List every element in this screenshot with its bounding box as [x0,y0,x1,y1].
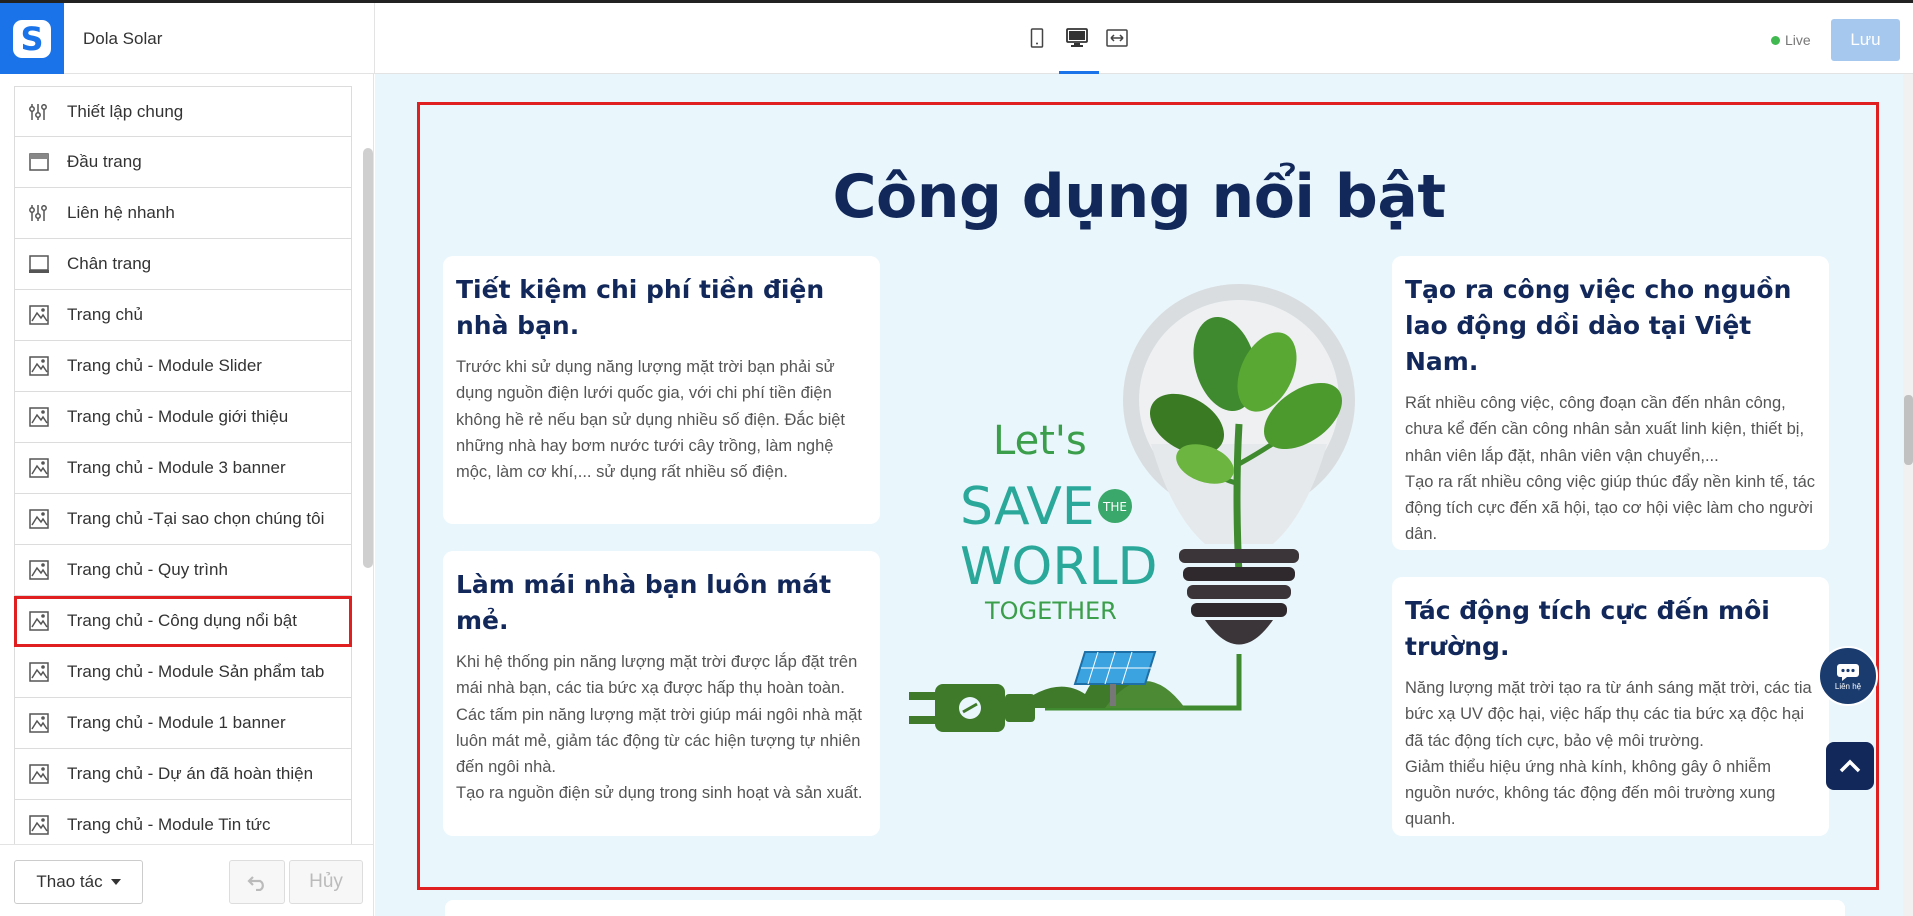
sidebar: Thiết lập chung Đầu trang Liên hệ nhanh Châ… [0,74,374,844]
logo-s-icon: S [13,19,51,58]
feature-card-body: Trước khi sử dụng năng lượng mặt trời bạ… [456,358,845,482]
sidebar-item[interactable]: Trang chủ [14,290,352,341]
sidebar-item[interactable]: Trang chủ - Dự án đã hoàn thiện [14,749,352,800]
page-image-icon [27,762,51,786]
feature-card-title: Làm mái nhà bạn luôn mát mẻ. [456,570,832,635]
mobile-icon[interactable] [1026,27,1048,49]
chevron-up-icon [1839,759,1861,773]
live-dot-icon [1771,35,1780,45]
page-image-icon [27,660,51,684]
feature-card-title: Tạo ra công việc cho nguồn lao động dồi … [1405,275,1792,376]
sidebar-item-label: Trang chủ [67,305,143,324]
preview-scrollbar[interactable] [1903,74,1913,916]
page-image-icon [27,405,51,429]
caret-down-icon [110,879,121,885]
sidebar-item-label: Trang chủ - Module 1 banner [67,713,286,732]
live-status: Live [1771,32,1811,48]
sidebar-item-label: Trang chủ - Dự án đã hoàn thiện [67,764,314,783]
sidebar-item[interactable]: Trang chủ - Module 3 banner [14,443,352,494]
feature-card: Tạo ra công việc cho nguồn lao động dồi … [1392,256,1829,550]
settings-sliders-icon [27,100,51,124]
page-image-icon [27,813,51,837]
sidebar-item[interactable]: Thiết lập chung [14,86,352,137]
sidebar-item[interactable]: Trang chủ - Công dụng nổi bật [14,596,352,647]
sidebar-item-label: Trang chủ - Module giới thiệu [67,407,289,426]
sidebar-item[interactable]: Trang chủ - Module Sản phẩm tab [14,647,352,698]
desktop-icon[interactable] [1066,27,1088,49]
sidebar-footer: Thao tác Hủy [0,844,374,916]
sidebar-item[interactable]: Trang chủ - Module Tin tức [14,800,352,844]
sidebar-item-label: Liên hệ nhanh [67,203,175,222]
live-label: Live [1785,32,1811,48]
sidebar-scrollbar[interactable] [363,148,373,568]
illustration-text-world: WORLD [960,537,1158,597]
top-bar: S Dola Solar Live Lưu [0,0,1913,75]
feature-card: Tác động tích cực đến môi trường. Năng l… [1392,577,1829,836]
page-image-icon [27,354,51,378]
back-to-top-button[interactable] [1826,742,1874,790]
footer-layout-icon [27,252,51,276]
sidebar-item[interactable]: Chân trang [14,239,352,290]
chat-icon [1837,663,1859,681]
site-name: Dola Solar [83,29,163,48]
sidebar-item[interactable]: Đầu trang [14,137,352,188]
sidebar-item-label: Thiết lập chung [67,101,184,121]
save-the-world-illustration: Let's SAVE THE WORLD TOGETHER [909,284,1355,732]
sidebar-item[interactable]: Trang chủ - Module 1 banner [14,698,352,749]
sidebar-item[interactable]: Trang chủ -Tại sao chọn chúng tôi [14,494,352,545]
sidebar-item-label: Chân trang [67,254,152,273]
feature-card: Tiết kiệm chi phí tiền điện nhà bạn. Trư… [443,256,880,524]
next-section-preview [445,900,1845,916]
header-layout-icon [27,150,51,174]
topbar-divider [374,3,375,74]
undo-icon [247,876,264,891]
illustration-text-together: TOGETHER [984,597,1117,625]
feature-card-body: Rất nhiều công việc, công đoạn cần đến n… [1405,394,1816,544]
feature-card-body: Khi hệ thống pin năng lượng mặt trời đượ… [456,653,863,803]
sidebar-item[interactable]: Trang chủ - Module Slider [14,341,352,392]
sidebar-menu: Thiết lập chung Đầu trang Liên hệ nhanh Châ… [14,86,352,844]
feature-card-title: Tiết kiệm chi phí tiền điện nhà bạn. [456,275,825,340]
illustration-text-lets: Let's [993,418,1087,464]
illustration-text-save: SAVE [960,477,1095,537]
feature-card-body: Năng lượng mặt trời tạo ra từ ánh sáng m… [1405,679,1812,829]
sidebar-item-label: Trang chủ - Module 3 banner [67,458,286,477]
illustration-badge-the: THE [1102,500,1127,514]
sidebar-item-label: Trang chủ - Module Slider [67,356,262,375]
page-image-icon [27,456,51,480]
preview-scrollbar-thumb[interactable] [1904,395,1913,465]
device-switcher [1026,27,1128,49]
contact-chat-button[interactable]: Liên hệ [1818,646,1878,706]
sidebar-item[interactable]: Trang chủ - Quy trình [14,545,352,596]
page-image-icon [27,303,51,327]
page-image-icon [27,609,51,633]
sidebar-item[interactable]: Liên hệ nhanh [14,188,352,239]
actions-dropdown-button[interactable]: Thao tác [14,860,143,904]
fullwidth-icon[interactable] [1106,27,1128,49]
chat-label: Liên hệ [1834,681,1862,691]
preview-canvas: Công dụng nổi bật Tiết kiệm chi phí tiền… [375,74,1903,916]
sidebar-item-label: Trang chủ - Module Tin tức [67,815,271,834]
page-image-icon [27,558,51,582]
settings-sliders-icon [27,201,51,225]
section-title: Công dụng nổi bật [832,162,1446,232]
page-image-icon [27,711,51,735]
page-image-icon [27,507,51,531]
feature-card-title: Tác động tích cực đến môi trường. [1405,596,1770,661]
cancel-button[interactable]: Hủy [289,860,363,904]
sidebar-item-label: Đầu trang [67,152,142,171]
sidebar-item-label: Trang chủ -Tại sao chọn chúng tôi [67,509,325,528]
sidebar-item-label: Trang chủ - Quy trình [67,560,228,579]
sidebar-item-label: Trang chủ - Công dụng nổi bật [67,611,297,630]
sidebar-item[interactable]: Trang chủ - Module giới thiệu [14,392,352,443]
undo-button[interactable] [229,860,285,904]
save-button[interactable]: Lưu [1831,19,1900,61]
sidebar-item-label: Trang chủ - Module Sản phẩm tab [67,662,325,681]
actions-label: Thao tác [36,872,103,891]
app-logo[interactable]: S [0,3,64,74]
feature-card: Làm mái nhà bạn luôn mát mẻ. Khi hệ thốn… [443,551,880,836]
